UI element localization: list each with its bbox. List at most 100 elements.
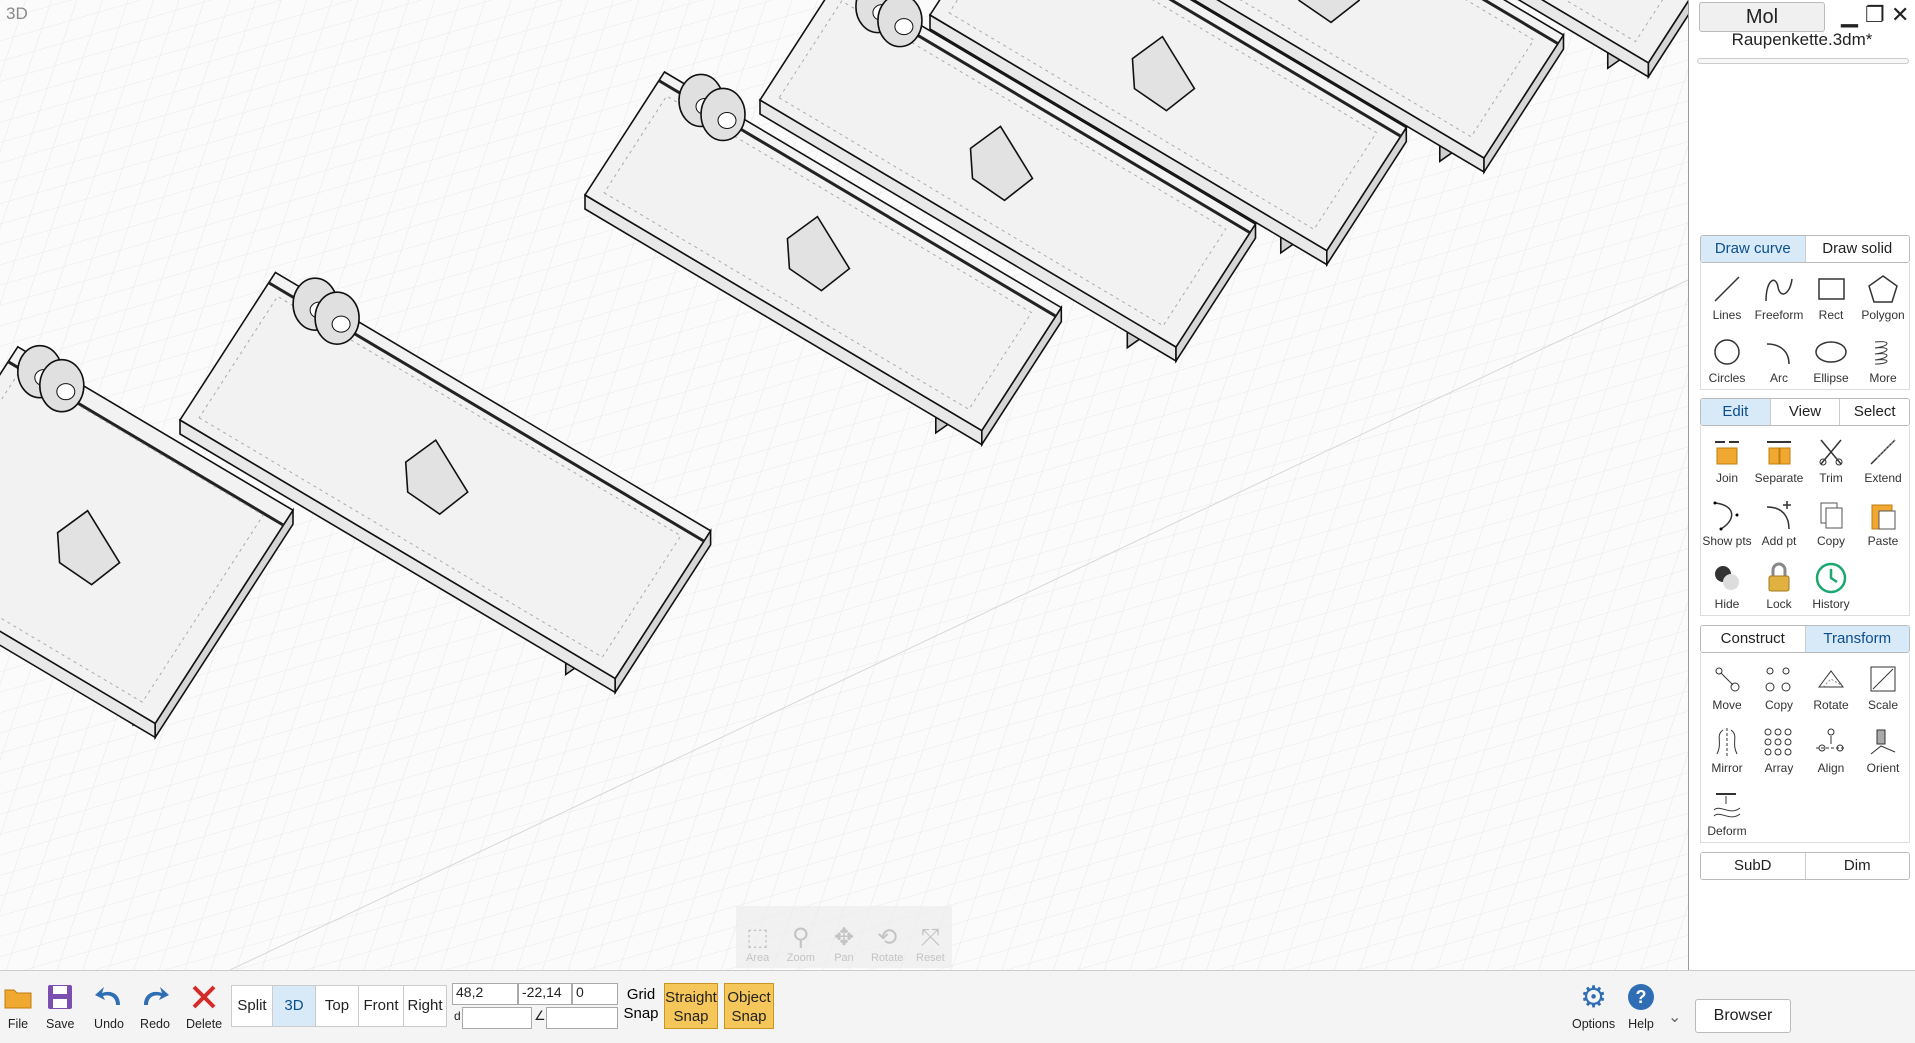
tab-view[interactable]: View xyxy=(1770,399,1841,425)
navigation-toolbar: ⬚ Area ⚲ Zoom ✥ Pan ⟲ Rotate ⤧ Reset xyxy=(736,906,952,968)
edit-tool-history[interactable]: History xyxy=(1805,552,1857,615)
distance-field[interactable] xyxy=(462,1007,532,1029)
options-button[interactable]: ⚙ Options xyxy=(1572,977,1615,1032)
edit-tool-copy[interactable]: Copy xyxy=(1805,489,1857,552)
minimize-icon[interactable]: ▁ xyxy=(1841,2,1858,28)
draw-tool-lines[interactable]: Lines xyxy=(1701,263,1753,326)
tab-select[interactable]: Select xyxy=(1840,399,1909,425)
save-button[interactable]: Save xyxy=(46,977,75,1031)
add-pt-icon xyxy=(1763,496,1795,534)
tab-edit[interactable]: Edit xyxy=(1701,399,1771,425)
edit-tool-add-pt[interactable]: Add pt xyxy=(1753,489,1805,552)
transform-tool-mirror[interactable]: Mirror xyxy=(1701,716,1753,779)
transform-tool-move[interactable]: Move xyxy=(1701,653,1753,716)
edit-tool-separate[interactable]: Separate xyxy=(1753,426,1805,489)
redo-button[interactable]: Redo xyxy=(140,977,170,1031)
edit-tool-join[interactable]: Join xyxy=(1701,426,1753,489)
nav-area-button[interactable]: ⬚ Area xyxy=(736,906,779,968)
draw-tool-circles[interactable]: Circles xyxy=(1701,326,1753,389)
angle-label: ∠ xyxy=(534,1008,546,1023)
edit-tabs: Edit View Select xyxy=(1700,398,1910,426)
tool-label: Array xyxy=(1764,761,1794,775)
draw-tool-ellipse[interactable]: Ellipse xyxy=(1805,326,1857,389)
tab-draw-solid[interactable]: Draw solid xyxy=(1805,236,1909,262)
object-snap-toggle[interactable]: Object Snap xyxy=(724,983,774,1029)
undo-button[interactable]: Undo xyxy=(94,977,124,1031)
hinge-pin-hole xyxy=(717,111,737,129)
draw-tool-polygon[interactable]: Polygon xyxy=(1857,263,1909,326)
close-icon[interactable]: ✕ xyxy=(1891,2,1909,28)
collapse-chevron-icon[interactable]: ⌄ xyxy=(1668,1007,1681,1027)
view-right-button[interactable]: Right xyxy=(403,985,447,1027)
tool-label: Polygon xyxy=(1861,308,1905,322)
view-top-button[interactable]: Top xyxy=(315,985,359,1027)
straight-snap-toggle[interactable]: Straight Snap xyxy=(664,983,718,1029)
edit-tool-lock[interactable]: Lock xyxy=(1753,552,1805,615)
file-label: File xyxy=(7,1017,29,1031)
tool-label: More xyxy=(1869,371,1897,385)
transform-tool-align[interactable]: Align xyxy=(1805,716,1857,779)
tab-construct[interactable]: Construct xyxy=(1701,626,1806,652)
show-pts-icon xyxy=(1711,496,1743,534)
tool-label: Copy xyxy=(1764,698,1793,712)
tool-label: Separate xyxy=(1754,471,1804,485)
help-button[interactable]: ? Help xyxy=(1627,977,1655,1031)
array-icon xyxy=(1762,723,1796,761)
restore-icon[interactable]: ❐ xyxy=(1865,2,1885,28)
draw-tool-freeform[interactable]: Freeform xyxy=(1753,263,1805,326)
draw-tool-rect[interactable]: Rect xyxy=(1805,263,1857,326)
view-3d-button[interactable]: 3D xyxy=(272,985,316,1027)
floppy-disk-icon xyxy=(47,977,73,1017)
nav-label: Zoom xyxy=(786,952,815,964)
transform-tool-scale[interactable]: Scale xyxy=(1857,653,1909,716)
transform-tool-array[interactable]: Array xyxy=(1753,716,1805,779)
viewport-3d[interactable]: 3D ⬚ Area ⚲ Zoom ✥ Pan ⟲ Rotate ⤧ Reset xyxy=(0,0,1689,970)
edit-tool-show-pts[interactable]: Show pts xyxy=(1701,489,1753,552)
scene-canvas[interactable] xyxy=(0,0,1688,970)
delete-button[interactable]: Delete xyxy=(186,977,222,1031)
grid-snap-toggle[interactable]: Grid Snap xyxy=(622,985,660,1023)
tab-transform[interactable]: Transform xyxy=(1805,626,1909,652)
history-icon xyxy=(1814,559,1848,597)
edit-section: Edit View Select Join Separate Trim Extend Sho… xyxy=(1700,398,1910,616)
edit-tool-hide[interactable]: Hide xyxy=(1701,552,1753,615)
extra-section: SubD Dim xyxy=(1700,852,1910,880)
browser-button[interactable]: Browser xyxy=(1695,999,1791,1033)
draw-tool-more[interactable]: More xyxy=(1857,326,1909,389)
view-split-button[interactable]: Split xyxy=(231,985,273,1027)
tool-label: Mirror xyxy=(1711,761,1743,775)
transform-tool-rotate[interactable]: Rotate xyxy=(1805,653,1857,716)
app-name[interactable]: Mol xyxy=(1699,2,1825,32)
nav-label: Area xyxy=(745,952,770,964)
delete-x-icon xyxy=(191,977,217,1017)
align-icon xyxy=(1814,723,1848,761)
angle-field[interactable] xyxy=(546,1007,618,1029)
edit-tool-trim[interactable]: Trim xyxy=(1805,426,1857,489)
tool-label: Hide xyxy=(1714,597,1740,611)
draw-tool-arc[interactable]: Arc xyxy=(1753,326,1805,389)
file-button[interactable]: File xyxy=(4,977,32,1031)
transform-section: Construct Transform Move Copy Rotate Scale Mi… xyxy=(1700,625,1910,843)
object-snap-label-2: Snap xyxy=(731,1008,767,1025)
straight-snap-label-1: Straight xyxy=(665,989,717,1006)
nav-zoom-button[interactable]: ⚲ Zoom xyxy=(779,906,822,968)
view-front-button[interactable]: Front xyxy=(358,985,404,1027)
edit-tool-paste[interactable]: Paste xyxy=(1857,489,1909,552)
nav-pan-button[interactable]: ✥ Pan xyxy=(822,906,865,968)
edit-tool-extend[interactable]: Extend xyxy=(1857,426,1909,489)
zoom-icon: ⚲ xyxy=(792,924,810,951)
hinge-pin-hole xyxy=(894,18,914,36)
tab-subd[interactable]: SubD xyxy=(1701,853,1806,879)
transform-tool-orient[interactable]: Orient xyxy=(1857,716,1909,779)
tab-dim[interactable]: Dim xyxy=(1805,853,1909,879)
separate-icon xyxy=(1763,433,1795,471)
copy-icon xyxy=(1815,496,1847,534)
nav-rotate-button[interactable]: ⟲ Rotate xyxy=(866,906,909,968)
nav-reset-button[interactable]: ⤧ Reset xyxy=(909,906,952,968)
extra-tabs: SubD Dim xyxy=(1700,852,1910,880)
transform-tool-deform[interactable]: Deform xyxy=(1701,779,1753,842)
tab-draw-curve[interactable]: Draw curve xyxy=(1701,236,1806,262)
nav-label: Pan xyxy=(834,952,854,964)
transform-tool-copy[interactable]: Copy xyxy=(1753,653,1805,716)
grid-snap-label-2: Snap xyxy=(623,1005,659,1022)
